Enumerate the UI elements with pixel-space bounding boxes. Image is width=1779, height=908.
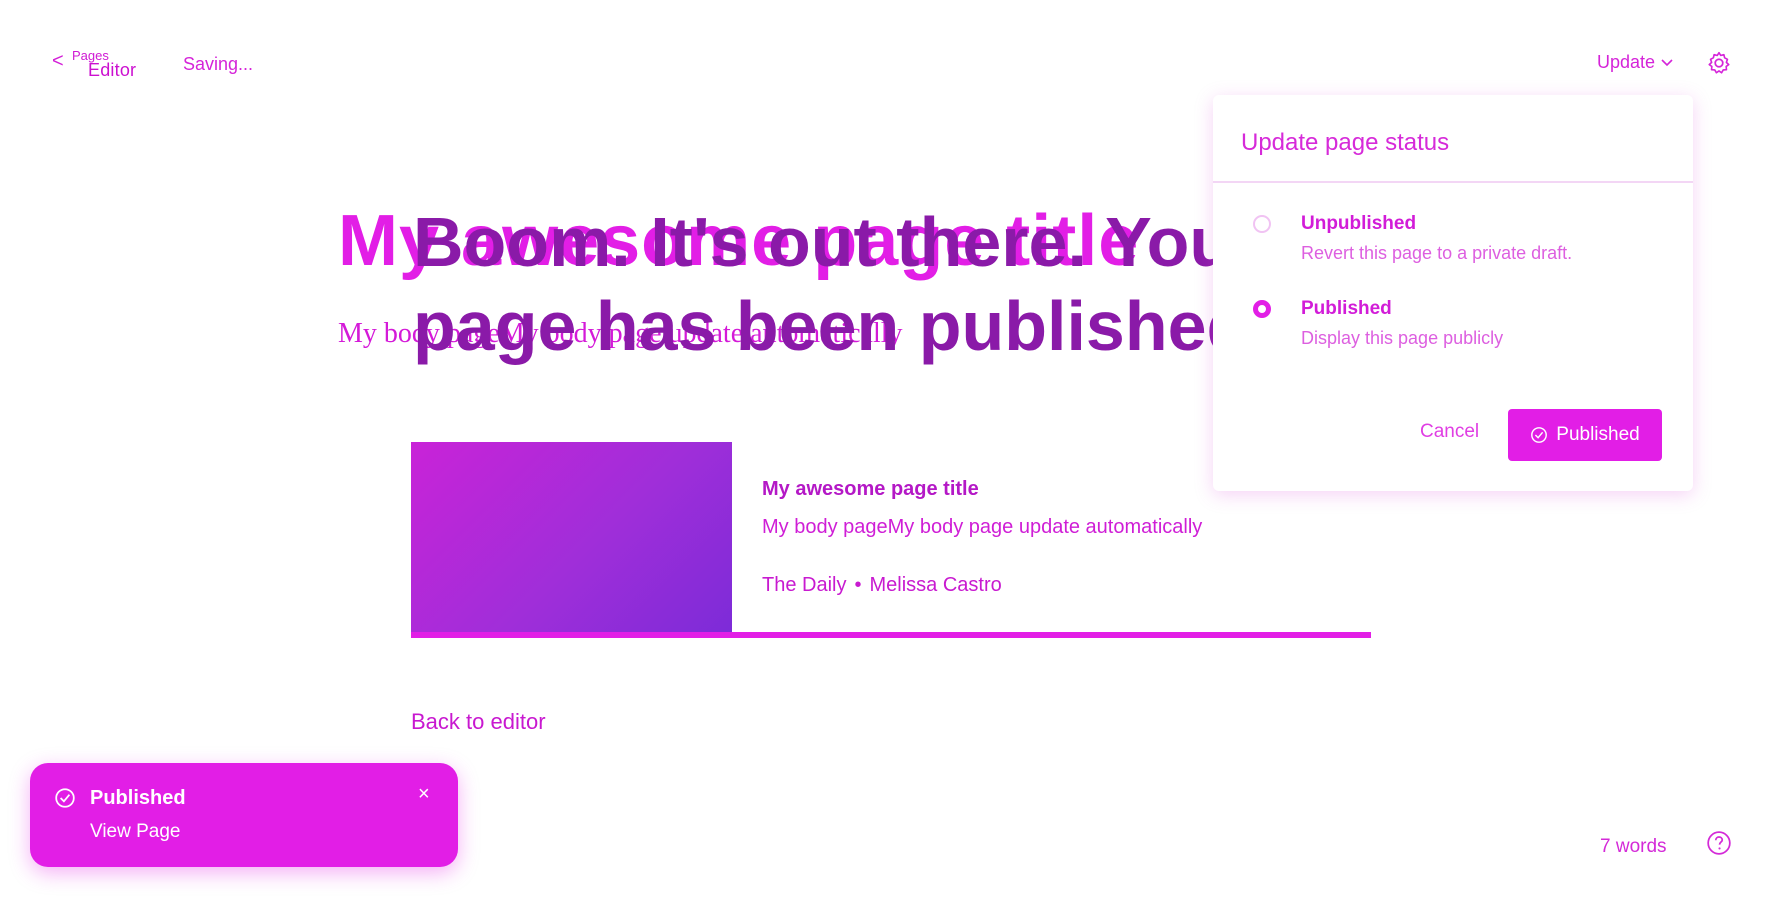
radio-unpublished[interactable] xyxy=(1253,215,1271,233)
update-button[interactable]: Update xyxy=(1597,52,1673,73)
card-meta: The Daily • Melissa Castro xyxy=(762,574,1002,597)
published-button[interactable]: Published xyxy=(1508,409,1662,461)
divider xyxy=(1213,181,1693,183)
card-image xyxy=(411,442,732,632)
card-excerpt: My body pageMy body page update automati… xyxy=(762,516,1203,538)
word-count: 7 words xyxy=(1600,836,1667,857)
card-publication: The Daily xyxy=(762,574,847,596)
meta-separator: • xyxy=(854,574,862,596)
chevron-down-icon xyxy=(1661,58,1673,66)
option-description: Revert this page to a private draft. xyxy=(1301,243,1573,263)
back-link[interactable]: < Pages Editor xyxy=(52,48,136,80)
gear-icon[interactable] xyxy=(1706,50,1732,76)
option-description: Display this page publicly xyxy=(1301,328,1504,348)
published-toast: Published View Page × xyxy=(30,763,458,867)
help-icon[interactable] xyxy=(1706,830,1732,856)
option-label: Unpublished xyxy=(1301,213,1417,234)
check-circle-icon xyxy=(1531,427,1548,443)
toast-title: Published xyxy=(90,787,186,809)
update-button-label: Update xyxy=(1597,52,1656,72)
option-label: Published xyxy=(1301,298,1392,319)
radio-published[interactable] xyxy=(1253,300,1271,318)
close-icon[interactable]: × xyxy=(418,783,430,806)
card-author: Melissa Castro xyxy=(869,574,1002,596)
back-link-editor: Editor xyxy=(88,60,137,80)
panel-title: Update page status xyxy=(1241,129,1450,156)
cancel-button[interactable]: Cancel xyxy=(1420,421,1479,443)
chevron-left-icon: < xyxy=(52,50,64,72)
check-circle-icon xyxy=(55,788,75,808)
published-button-label: Published xyxy=(1556,424,1640,445)
update-status-panel: Update page status Unpublished Revert th… xyxy=(1213,95,1693,491)
view-page-link[interactable]: View Page xyxy=(90,821,181,843)
card-title: My awesome page title xyxy=(762,478,979,500)
published-heading: Boom. It's out there. Your page has been… xyxy=(413,203,1269,365)
save-status: Saving... xyxy=(183,54,254,74)
back-to-editor-link[interactable]: Back to editor xyxy=(411,709,546,735)
